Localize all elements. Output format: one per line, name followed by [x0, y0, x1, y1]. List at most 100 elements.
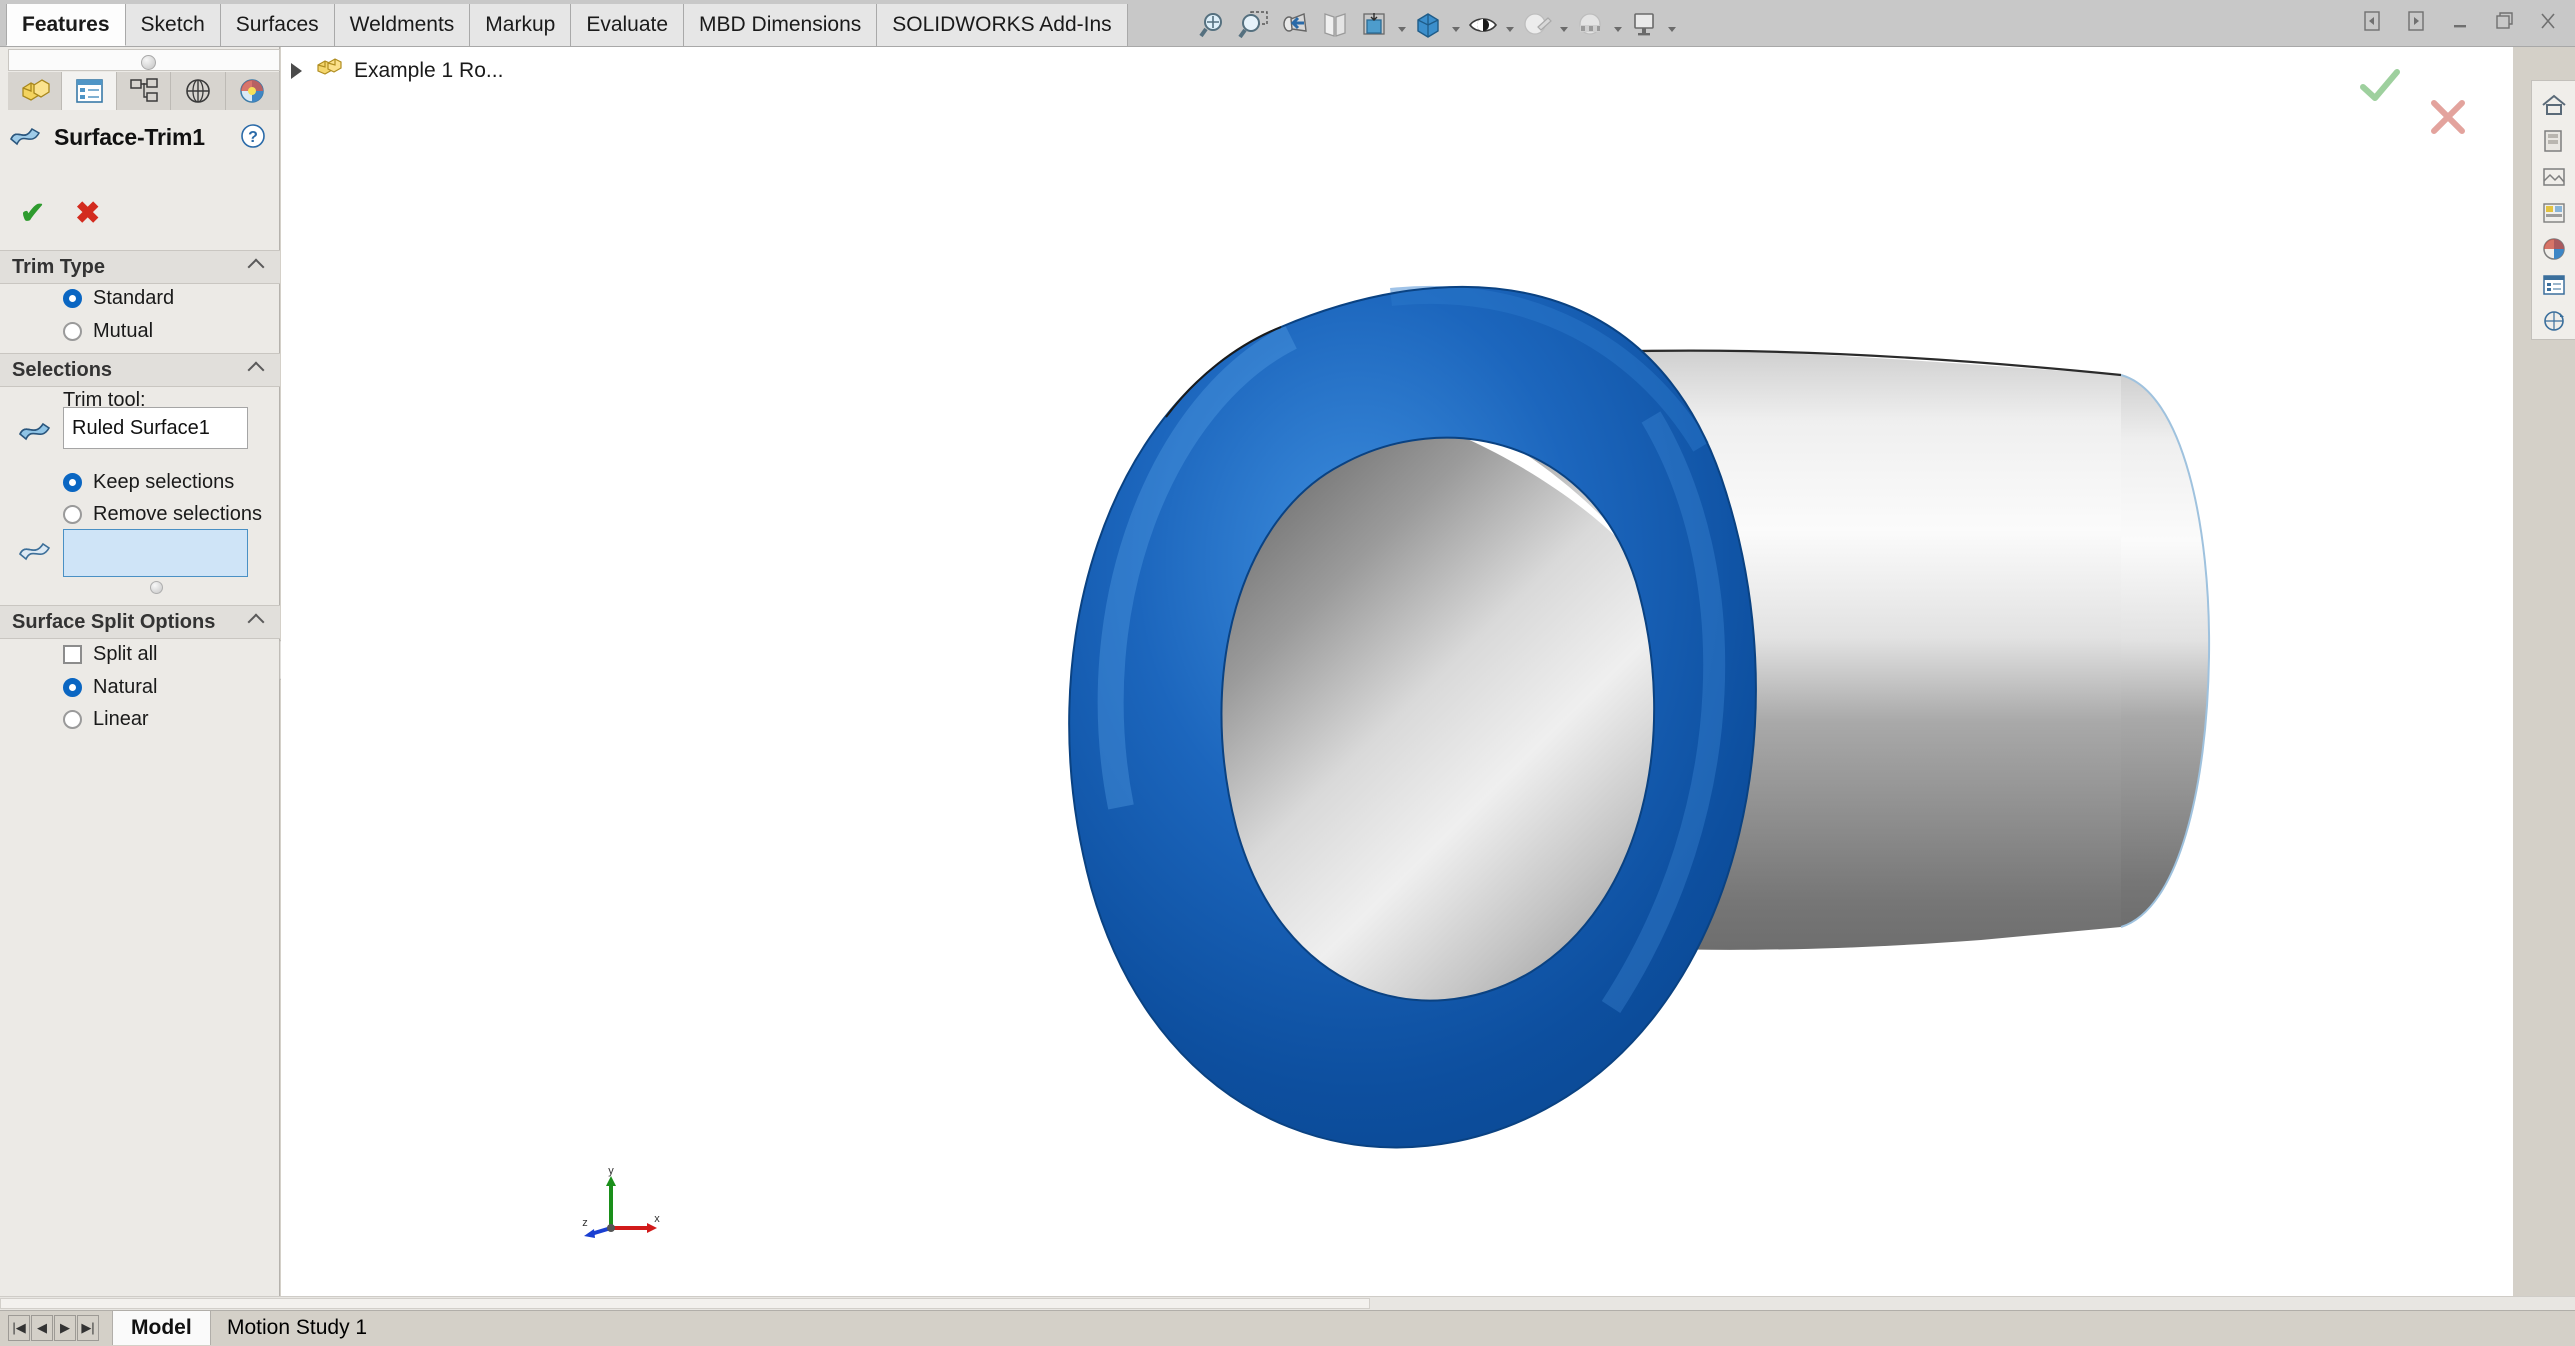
last-tab-button[interactable]: ▶|: [77, 1315, 99, 1341]
section-title-selections: Selections: [12, 358, 113, 381]
checkbox-indicator: [63, 645, 82, 664]
section-title-trim-type: Trim Type: [12, 255, 105, 278]
horizontal-scrollbar[interactable]: [0, 1296, 2575, 1310]
maximize-icon[interactable]: [2491, 8, 2517, 34]
ribbon-tab-markup[interactable]: Markup: [470, 4, 572, 46]
radio-indicator: [63, 710, 82, 729]
checkbox-split-all[interactable]: Split all: [63, 643, 157, 666]
checkbox-label: Split all: [93, 643, 158, 665]
lights-cameras-icon[interactable]: [2535, 231, 2573, 267]
chevron-down-icon[interactable]: [1665, 6, 1679, 44]
appearances-icon[interactable]: [2535, 123, 2573, 159]
prev-tab-button[interactable]: ◀: [31, 1315, 53, 1341]
pieces-selection-input[interactable]: [63, 529, 248, 577]
triad-y-label: y: [608, 1166, 614, 1177]
accept-button[interactable]: ✔: [20, 199, 45, 229]
radio-label: Linear: [93, 708, 149, 730]
page-title: Surface-Trim1: [54, 123, 205, 150]
view-orientation-home-icon[interactable]: [2535, 87, 2573, 123]
radio-indicator: [63, 505, 82, 524]
radio-label: Keep selections: [93, 471, 235, 493]
view-heads-up-dock: [2531, 80, 2575, 340]
restore-left-icon[interactable]: [2359, 8, 2385, 34]
radio-remove-selections[interactable]: Remove selections: [63, 503, 262, 526]
property-manager-tab[interactable]: [62, 72, 117, 110]
chevron-down-icon[interactable]: [1395, 6, 1409, 44]
ribbon-tab-solidworks-add-ins[interactable]: SOLIDWORKS Add-Ins: [877, 4, 1128, 46]
zoom-to-fit-icon[interactable]: [1195, 6, 1235, 44]
display-manager-tab[interactable]: [226, 72, 281, 110]
scenes-icon[interactable]: [2535, 159, 2573, 195]
chevron-down-icon[interactable]: [1557, 6, 1571, 44]
trim-tool-input[interactable]: Ruled Surface1: [63, 407, 248, 449]
restore-right-icon[interactable]: [2403, 8, 2429, 34]
document-tab-model[interactable]: Model: [112, 1311, 211, 1345]
radio-indicator: [63, 473, 82, 492]
custom-views-icon[interactable]: [2535, 303, 2573, 339]
origin-triad: y x z: [582, 1166, 660, 1238]
hide-show-items-icon[interactable]: [1463, 6, 1503, 44]
window-controls: [2359, 8, 2561, 34]
radio-label: Natural: [93, 676, 158, 698]
scrollbar-thumb[interactable]: [0, 1298, 1370, 1309]
display-states-icon[interactable]: [2535, 267, 2573, 303]
graphics-area[interactable]: Example 1 Ro... y x z: [281, 47, 2513, 1324]
triad-z-label: z: [582, 1217, 588, 1229]
chevron-up-icon[interactable]: [250, 261, 264, 275]
inner-bore-surface: [1221, 437, 1655, 1001]
previous-view-icon[interactable]: [1275, 6, 1315, 44]
section-header-surface-split-options[interactable]: Surface Split Options: [0, 605, 280, 639]
section-header-trim-type[interactable]: Trim Type: [0, 250, 280, 284]
radio-split-linear[interactable]: Linear: [63, 708, 149, 731]
radio-trim-standard[interactable]: Standard: [63, 287, 174, 310]
minimize-icon[interactable]: [2447, 8, 2473, 34]
surface-trim-icon: [8, 121, 42, 154]
chevron-up-icon[interactable]: [250, 616, 264, 630]
property-manager-panel: Surface-Trim1 ? ✔ ✖ Trim Type Standard M…: [0, 47, 281, 1324]
dimxpert-manager-tab[interactable]: [171, 72, 226, 110]
radio-label: Mutual: [93, 320, 154, 342]
display-style-icon[interactable]: [1409, 6, 1449, 44]
solidworks-window: Features Sketch Surfaces Weldments Markup Eva…: [0, 0, 2575, 1346]
first-tab-button[interactable]: |◀: [8, 1315, 30, 1341]
feature-manager-tab[interactable]: [8, 72, 63, 110]
section-view-icon[interactable]: [1315, 6, 1355, 44]
chevron-down-icon[interactable]: [1449, 6, 1463, 44]
property-manager-header: Surface-Trim1 ?: [8, 117, 280, 157]
close-icon[interactable]: [2535, 8, 2561, 34]
chevron-down-icon[interactable]: [1611, 6, 1625, 44]
auto-hide-pin-icon[interactable]: [141, 55, 156, 70]
chevron-down-icon[interactable]: [1503, 6, 1517, 44]
radio-keep-selections[interactable]: Keep selections: [63, 471, 234, 494]
configuration-manager-tab[interactable]: [117, 72, 172, 110]
decals-icon[interactable]: [2535, 195, 2573, 231]
next-tab-button[interactable]: ▶: [54, 1315, 76, 1341]
view-settings-icon[interactable]: [1625, 6, 1665, 44]
section-header-selections[interactable]: Selections: [0, 353, 280, 387]
ribbon-tab-sketch[interactable]: Sketch: [125, 4, 221, 46]
model-3d-view[interactable]: [281, 47, 2513, 1324]
ribbon-tab-surfaces[interactable]: Surfaces: [220, 4, 335, 46]
radio-trim-mutual[interactable]: Mutual: [63, 320, 153, 343]
cancel-button[interactable]: ✖: [75, 199, 100, 229]
ribbon-tab-weldments[interactable]: Weldments: [334, 4, 471, 46]
ribbon-tab-features[interactable]: Features: [6, 4, 126, 46]
property-manager-titlebar: [8, 49, 280, 71]
trim-tool-surface-icon: [16, 415, 52, 450]
help-icon[interactable]: ?: [240, 123, 266, 149]
edit-appearance-icon[interactable]: [1517, 6, 1557, 44]
svg-text:?: ?: [248, 129, 258, 146]
radio-label: Remove selections: [93, 503, 262, 525]
apply-scene-icon[interactable]: [1571, 6, 1611, 44]
ribbon-tab-strip: Features Sketch Surfaces Weldments Markup Eva…: [6, 4, 1128, 46]
ribbon-tab-evaluate[interactable]: Evaluate: [571, 4, 685, 46]
document-tab-motion-study-1[interactable]: Motion Study 1: [209, 1311, 385, 1345]
chevron-up-icon[interactable]: [250, 364, 264, 378]
ribbon-tab-mbd-dimensions[interactable]: MBD Dimensions: [684, 4, 878, 46]
zoom-to-area-icon[interactable]: [1235, 6, 1275, 44]
radio-split-natural[interactable]: Natural: [63, 676, 157, 699]
ribbon-bar: Features Sketch Surfaces Weldments Markup Eva…: [0, 0, 2575, 47]
section-resize-handle[interactable]: [150, 581, 163, 594]
section-title-surface-split-options: Surface Split Options: [12, 610, 216, 633]
view-orientation-icon[interactable]: [1355, 6, 1395, 44]
